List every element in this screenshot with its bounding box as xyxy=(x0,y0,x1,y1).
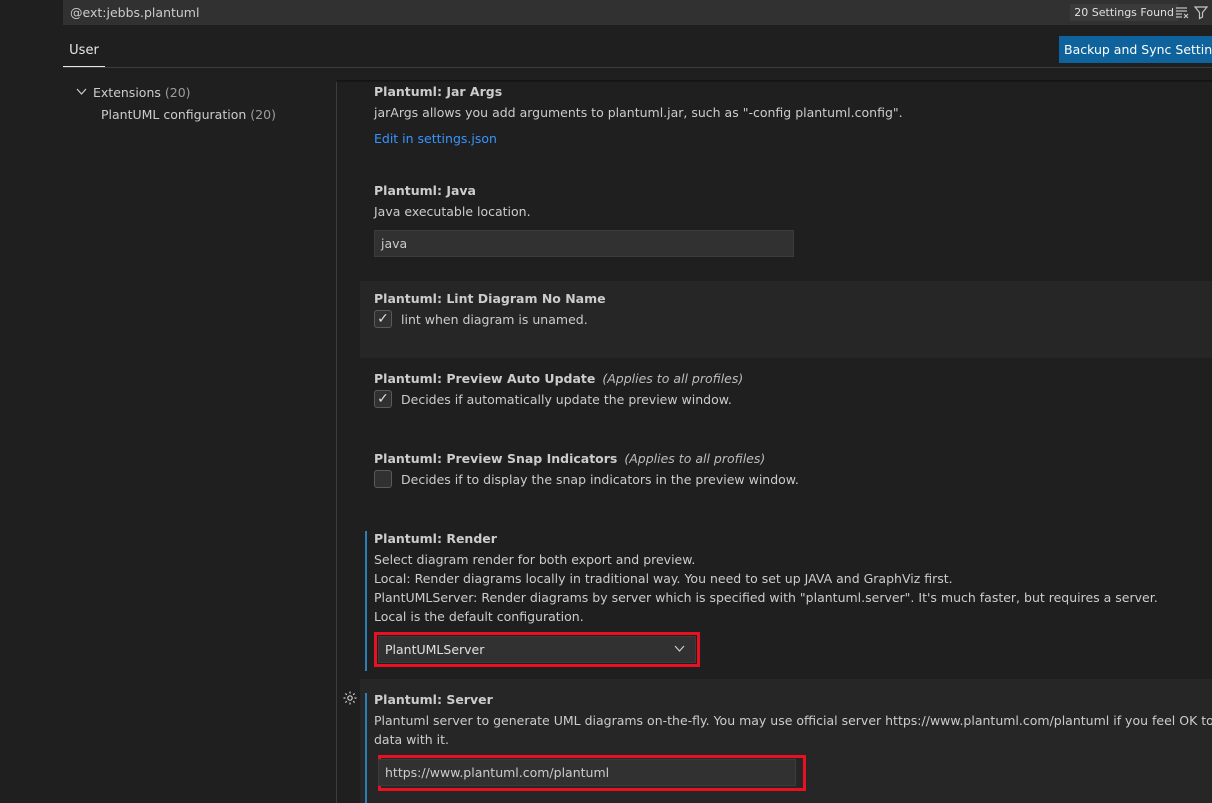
render-select-value: PlantUMLServer xyxy=(385,642,485,657)
toc-extensions-label: Extensions xyxy=(93,85,161,100)
checkmark-icon: ✓ xyxy=(377,311,389,327)
setting-jar-args: Plantuml: Jar Args jarArgs allows you ad… xyxy=(360,84,1212,172)
chevron-down-icon xyxy=(76,85,93,100)
checkmark-icon: ✓ xyxy=(377,391,389,407)
setting-server: Plantuml: Server Plantuml server to gene… xyxy=(360,679,1212,803)
highlight-box: https://www.plantuml.com/plantuml xyxy=(378,755,806,791)
lint-checkbox[interactable]: ✓ xyxy=(374,310,392,328)
filter-icon[interactable] xyxy=(1193,4,1209,20)
setting-description: jarArgs allows you add arguments to plan… xyxy=(374,105,903,120)
checkbox-label: Decides if automatically update the prev… xyxy=(401,391,732,407)
render-select[interactable]: PlantUMLServer xyxy=(378,636,696,663)
setting-title: Plantuml: Render xyxy=(374,531,497,546)
setting-title: Plantuml: Server xyxy=(374,692,493,707)
setting-title: Plantuml: Java xyxy=(374,183,476,198)
clear-filter-icon[interactable] xyxy=(1174,4,1190,20)
setting-preview-snap-indicators: Plantuml: Preview Snap Indicators (Applie… xyxy=(360,451,1212,521)
toc-extensions-count: (20) xyxy=(164,85,191,100)
toc-plantuml-configuration[interactable]: PlantUML configuration (20) xyxy=(101,107,276,122)
scope-note: (Applies to all profiles) xyxy=(624,451,766,466)
modified-indicator xyxy=(365,531,367,671)
setting-title: Plantuml: Jar Args xyxy=(374,84,503,99)
setting-description: Java executable location. xyxy=(374,204,531,219)
setting-description: Select diagram render for both export an… xyxy=(374,552,1158,624)
checkbox-label: Decides if to display the snap indicator… xyxy=(401,471,799,487)
toc-child-label: PlantUML configuration xyxy=(101,107,247,122)
setting-render: Plantuml: Render Select diagram render f… xyxy=(360,531,1212,671)
setting-preview-auto-update: Plantuml: Preview Auto Update (Applies to… xyxy=(360,371,1212,441)
preview-snap-checkbox[interactable] xyxy=(374,470,392,488)
toc-extensions[interactable]: Extensions (20) xyxy=(76,85,191,100)
search-bar[interactable]: @ext:jebbs.plantuml 20 Settings Found xyxy=(63,0,1212,25)
settings-found-badge: 20 Settings Found xyxy=(1070,4,1178,21)
chevron-down-icon xyxy=(674,637,685,662)
setting-java: Plantuml: Java Java executable location.… xyxy=(360,183,1212,279)
highlight-box: PlantUMLServer xyxy=(374,632,700,667)
search-input[interactable]: @ext:jebbs.plantuml xyxy=(70,5,199,20)
scope-note: (Applies to all profiles) xyxy=(602,371,744,386)
gear-icon[interactable] xyxy=(342,690,358,706)
edit-in-settings-json-link[interactable]: Edit in settings.json xyxy=(374,131,1212,146)
header-divider xyxy=(63,67,1212,68)
preview-auto-update-checkbox[interactable]: ✓ xyxy=(374,390,392,408)
setting-description: Plantuml server to generate UML diagrams… xyxy=(374,713,1212,747)
checkbox-label: lint when diagram is unamed. xyxy=(401,311,588,327)
modified-indicator xyxy=(365,693,367,803)
preview-auto-update-checkbox-row[interactable]: ✓ Decides if automatically update the pr… xyxy=(374,390,1212,408)
setting-title: Plantuml: Preview Auto Update (Applies to… xyxy=(374,371,744,386)
lint-checkbox-row[interactable]: ✓ lint when diagram is unamed. xyxy=(374,310,1212,328)
server-url-input[interactable]: https://www.plantuml.com/plantuml xyxy=(378,759,796,786)
toc-divider xyxy=(336,82,337,803)
setting-lint-diagram-no-name: Plantuml: Lint Diagram No Name ✓ lint wh… xyxy=(360,281,1212,358)
toc-child-count: (20) xyxy=(250,107,276,122)
java-input[interactable]: java xyxy=(374,230,794,257)
backup-sync-button[interactable]: Backup and Sync Settings xyxy=(1059,36,1212,63)
tab-user[interactable]: User xyxy=(63,36,105,67)
scroll-shadow xyxy=(337,80,1212,83)
preview-snap-checkbox-row[interactable]: Decides if to display the snap indicator… xyxy=(374,470,1212,488)
setting-title: Plantuml: Lint Diagram No Name xyxy=(374,291,606,306)
setting-title: Plantuml: Preview Snap Indicators (Applie… xyxy=(374,451,766,466)
